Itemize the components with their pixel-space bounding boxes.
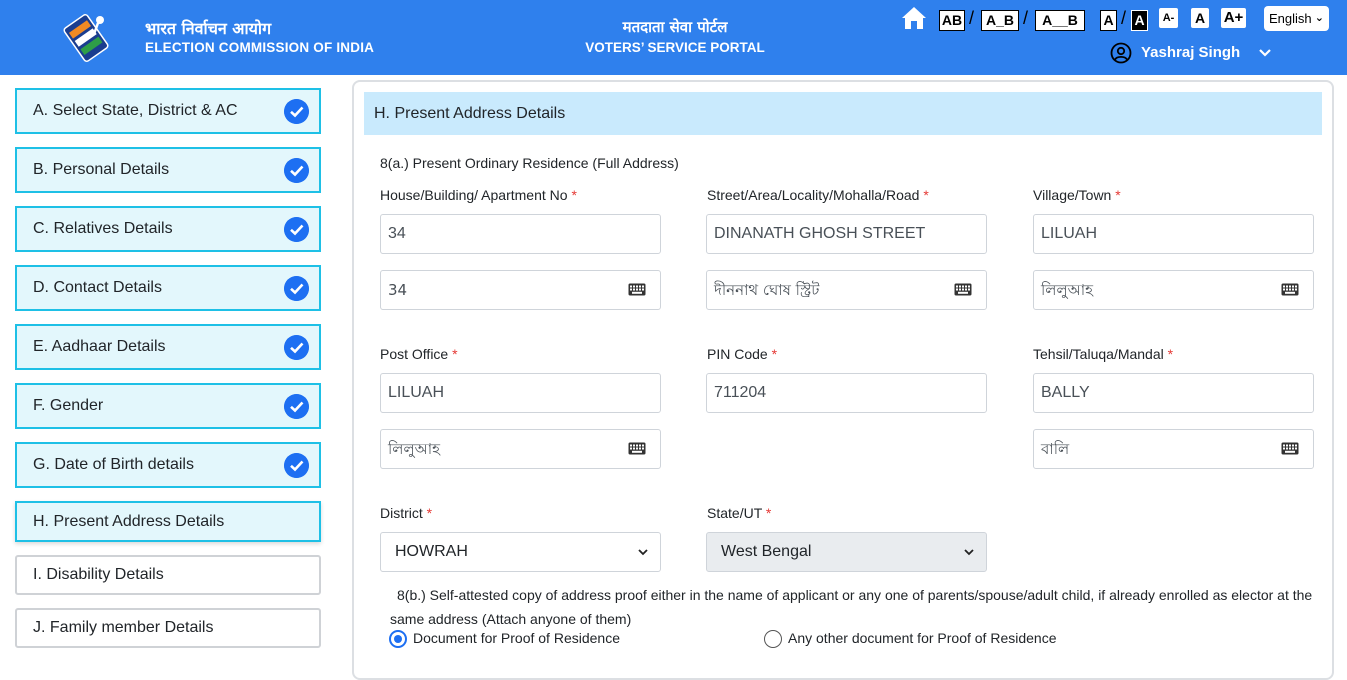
separator: /: [969, 8, 975, 28]
step-label: G. Date of Birth details: [33, 456, 194, 473]
check-circle-icon: [284, 99, 309, 124]
keyboard-icon[interactable]: [1281, 283, 1299, 296]
check-circle-icon: [284, 453, 309, 478]
keyboard-icon[interactable]: [628, 442, 646, 455]
house-input[interactable]: 34: [380, 214, 661, 254]
house-label: House/Building/ Apartment No *: [380, 187, 577, 203]
chevron-down-icon: ⌄: [1314, 12, 1324, 24]
village-label: Village/Town *: [1033, 187, 1121, 203]
post-office-regional-value: লিলুআহ: [388, 440, 441, 458]
check-circle-icon: [284, 276, 309, 301]
step-present-address[interactable]: H. Present Address Details: [15, 501, 321, 542]
step-label: A. Select State, District & AC: [33, 102, 238, 119]
step-label: J. Family member Details: [33, 619, 214, 636]
district-label: District *: [380, 505, 433, 521]
step-label: C. Relatives Details: [33, 220, 173, 237]
village-regional-input[interactable]: লিলুআহ: [1033, 270, 1314, 310]
radio-label: Any other document for Proof of Residenc…: [788, 630, 1057, 646]
village-regional-value: লিলুআহ: [1041, 281, 1094, 299]
chevron-down-icon: [1259, 49, 1271, 57]
step-label: B. Personal Details: [33, 161, 170, 178]
street-label: Street/Area/Locality/Mohalla/Road *: [707, 187, 929, 203]
text-spacing-large-button[interactable]: A__B: [1035, 10, 1085, 31]
section-title: H. Present Address Details: [364, 92, 1322, 135]
village-input[interactable]: LILUAH: [1033, 214, 1314, 254]
check-circle-icon: [284, 217, 309, 242]
street-regional-input[interactable]: দীননাথ ঘোষ স্ট্রিট: [706, 270, 987, 310]
pin-code-label: PIN Code *: [707, 346, 778, 362]
check-circle-icon: [284, 394, 309, 419]
street-input[interactable]: DINANATH GHOSH STREET: [706, 214, 987, 254]
address-subheading: 8(a.) Present Ordinary Residence (Full A…: [380, 155, 679, 171]
user-name: Yashraj Singh: [1141, 44, 1241, 61]
user-icon: [1110, 42, 1132, 64]
step-aadhaar-details[interactable]: E. Aadhaar Details: [15, 324, 321, 370]
step-label: F. Gender: [33, 397, 104, 414]
contrast-normal-button[interactable]: A: [1100, 10, 1117, 31]
step-select-state[interactable]: A. Select State, District & AC: [15, 88, 321, 134]
top-header: भारत निर्वाचन आयोग ELECTION COMMISSION O…: [0, 0, 1347, 75]
step-contact-details[interactable]: D. Contact Details: [15, 265, 321, 311]
chevron-down-icon: [964, 549, 974, 556]
language-select[interactable]: English ⌄: [1264, 6, 1329, 31]
pin-code-input[interactable]: 711204: [706, 373, 987, 413]
house-regional-input[interactable]: 34: [380, 270, 661, 310]
proof-note: 8(b.) Self-attested copy of address proo…: [390, 587, 1313, 627]
post-office-input[interactable]: LILUAH: [380, 373, 661, 413]
tehsil-regional-value: বালি: [1041, 440, 1070, 458]
brand-english: ELECTION COMMISSION OF INDIA: [145, 40, 375, 55]
post-office-label: Post Office *: [380, 346, 458, 362]
language-label: English: [1269, 11, 1312, 26]
text-spacing-medium-button[interactable]: A_B: [981, 10, 1019, 31]
house-regional-value: 34: [388, 281, 408, 299]
keyboard-icon[interactable]: [1281, 442, 1299, 455]
contrast-high-button[interactable]: A: [1131, 10, 1148, 31]
state-label: State/UT *: [707, 505, 772, 521]
post-office-regional-input[interactable]: লিলুআহ: [380, 429, 661, 469]
portal-title-english: VOTERS’ SERVICE PORTAL: [585, 40, 765, 55]
step-date-of-birth[interactable]: G. Date of Birth details: [15, 442, 321, 488]
home-icon[interactable]: [901, 5, 927, 31]
step-label: D. Contact Details: [33, 279, 162, 296]
font-normal-button[interactable]: A: [1191, 8, 1209, 28]
tehsil-regional-input[interactable]: বালি: [1033, 429, 1314, 469]
radio-button[interactable]: [764, 630, 782, 648]
state-select: West Bengal: [706, 532, 987, 572]
radio-button-selected[interactable]: [389, 630, 407, 648]
step-label: I. Disability Details: [33, 566, 164, 583]
step-personal-details[interactable]: B. Personal Details: [15, 147, 321, 193]
tehsil-label: Tehsil/Taluqa/Mandal *: [1033, 346, 1174, 362]
street-regional-value: দীননাথ ঘোষ স্ট্রিট: [714, 281, 820, 299]
district-select[interactable]: HOWRAH: [380, 532, 661, 572]
check-circle-icon: [284, 158, 309, 183]
step-family-member-details[interactable]: J. Family member Details: [15, 608, 321, 648]
keyboard-icon[interactable]: [628, 283, 646, 296]
district-value: HOWRAH: [395, 543, 468, 560]
brand-hindi: भारत निर्वाचन आयोग: [145, 19, 272, 38]
separator: /: [1121, 8, 1127, 28]
step-disability-details[interactable]: I. Disability Details: [15, 555, 321, 595]
tehsil-input[interactable]: BALLY: [1033, 373, 1314, 413]
keyboard-icon[interactable]: [954, 283, 972, 296]
chevron-down-icon: [638, 549, 648, 556]
radio-label: Document for Proof of Residence: [413, 630, 620, 646]
step-label: H. Present Address Details: [33, 513, 225, 530]
step-gender[interactable]: F. Gender: [15, 383, 321, 429]
text-spacing-normal-button[interactable]: AB: [939, 10, 965, 31]
check-circle-icon: [284, 335, 309, 360]
eci-logo: [63, 14, 109, 62]
font-increase-button[interactable]: A+: [1221, 8, 1246, 28]
state-value: West Bengal: [721, 543, 812, 560]
step-label: E. Aadhaar Details: [33, 338, 166, 355]
portal-title-hindi: मतदाता सेवा पोर्टल: [622, 18, 728, 36]
step-relatives-details[interactable]: C. Relatives Details: [15, 206, 321, 252]
separator: /: [1023, 8, 1029, 28]
font-decrease-button[interactable]: A-: [1159, 8, 1178, 28]
